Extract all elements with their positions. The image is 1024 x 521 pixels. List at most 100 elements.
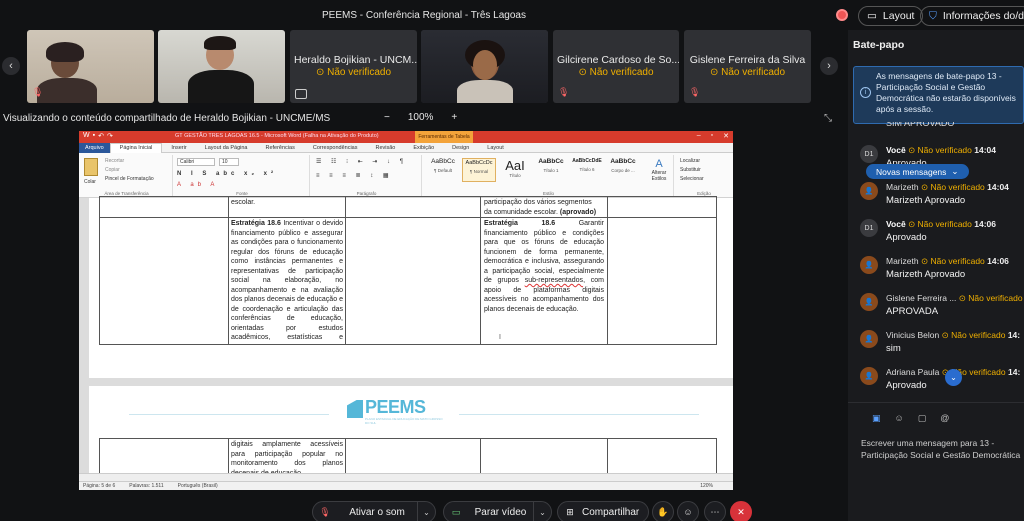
participant-tile[interactable]: 🎙 — [27, 30, 154, 103]
raise-hand-icon[interactable]: ✋ — [652, 501, 674, 521]
message-text: Aprovado — [886, 232, 927, 243]
page-count: Página: 5 de 6 — [83, 483, 116, 489]
unmute-button[interactable]: 🎙 Ativar o som ⌄ — [312, 501, 436, 521]
shield-icon: ⛉ — [929, 9, 937, 22]
more-options-icon[interactable]: ⋯ — [704, 501, 726, 521]
chat-message-input[interactable]: Escrever uma mensagem para 13 - Particip… — [861, 437, 1021, 461]
save-icon: ▪ — [92, 132, 96, 139]
message-text: Marizeth Aprovado — [886, 269, 966, 280]
tab-inserir: Inserir — [171, 144, 187, 151]
strategy-table: escolar. participação dos vários segment… — [99, 196, 717, 348]
layout-button[interactable]: ▭ Layout — [858, 6, 924, 26]
message-text: Marizeth Aprovado — [886, 195, 966, 206]
share-screen-icon: ⊞ — [566, 506, 574, 517]
style-default: AaBbCc ¶ Default — [431, 158, 455, 173]
participant-name: Gilcirene Cardoso de So... — [557, 54, 679, 66]
word-ribbon-tabs: Arquivo Página Inicial Inserir Layout da… — [79, 142, 733, 153]
scroll-to-bottom-button[interactable]: ⌄ — [945, 369, 962, 386]
quick-access-toolbar: W ▪ ↶ ↷ — [83, 132, 113, 140]
zoom-out-button[interactable]: − — [384, 112, 390, 123]
attachment-icon[interactable]: ▢ — [918, 413, 927, 424]
mic-muted-icon: 🎙 — [689, 87, 701, 97]
tab-design: Design — [452, 144, 470, 151]
tab-arquivo: Arquivo — [79, 142, 110, 153]
reactions-icon[interactable]: ☺ — [677, 501, 699, 521]
emoji-icon[interactable]: ☺ — [895, 413, 904, 424]
zoom-in-button[interactable]: + — [451, 112, 457, 123]
shared-word-window: W ▪ ↶ ↷ GT GESTÃO TRES LAGOAS 16.5 - Mic… — [79, 131, 733, 490]
format-painter-label: Pincel de Formatação — [105, 176, 154, 182]
audio-options-chevron-icon[interactable]: ⌄ — [417, 501, 435, 521]
maximize-icon: ▫ — [710, 132, 714, 139]
change-styles: A Alterar Estilos — [646, 158, 672, 182]
style-titulo-6: AaBbCcDdE Título 6 — [572, 158, 602, 172]
zoom-controls: − 100% + — [384, 112, 457, 123]
change-styles-icon: A — [655, 158, 663, 170]
stop-video-button[interactable]: ▭ Parar vídeo ⌄ — [443, 501, 552, 521]
new-messages-button[interactable]: Novas mensagens ⌄ — [866, 164, 969, 179]
info-button[interactable]: ⛉ Informações do/da — [920, 6, 1024, 26]
participant-tile[interactable]: Gilcirene Cardoso de So... ⊙ Não verific… — [553, 30, 679, 103]
avatar-user-icon: 👤 — [860, 293, 878, 311]
replace-label: Substituir — [680, 167, 701, 173]
window-title: PEEMS - Conferência Regional - Três Lago… — [322, 9, 526, 21]
style-titulo: AaI Título — [505, 158, 525, 178]
chat-messages: D1 Você ⊙ Não verificado 14:04 Aprovado … — [848, 120, 1024, 391]
avatar-user-icon: 👤 — [860, 256, 878, 274]
share-label: Compartilhar — [582, 506, 640, 518]
clipboard-group: Colar Recortar Copiar Pincel de Formataç… — [81, 155, 173, 196]
copy-label: Copiar — [105, 167, 120, 173]
layout-label: Layout — [882, 10, 915, 22]
font-color-icons: A ab A — [177, 182, 219, 188]
chat-title: Bate-papo — [853, 39, 905, 51]
avatar-user-icon: 👤 — [860, 367, 878, 385]
mention-icon[interactable]: @ — [940, 413, 949, 424]
tab-layout-pagina: Layout da Página — [204, 144, 248, 151]
participant-tile[interactable] — [158, 30, 285, 103]
format-icon[interactable]: ▣ — [872, 413, 881, 424]
next-participants-button[interactable]: › — [820, 57, 838, 75]
participant-strip: ‹ 🎙 Heraldo Bojikian - UNCM... ⊙ Não ver… — [0, 30, 848, 104]
participant-video — [158, 30, 285, 103]
message-text: sim — [886, 343, 901, 354]
message-text: Aprovado — [886, 380, 927, 391]
redo-icon: ↷ — [106, 133, 113, 140]
participant-tile[interactable] — [421, 30, 548, 103]
strategy-original-cell: Estratégia 18.6 Incentivar o devido fina… — [228, 217, 346, 345]
share-header: Visualizando o conteúdo compartilhado de… — [0, 112, 848, 127]
share-button[interactable]: ⊞ Compartilhar — [557, 501, 649, 521]
participant-status: ⊙ Não verificado — [578, 67, 654, 78]
word-count: Palavras: 1.511 — [129, 483, 164, 489]
paragraph-group: ☰ ☷ ⁝ ⇤ ⇥ ↓ ¶ ≡ ≡ ≡ ≣ ↕ ▦ Parágrafo — [312, 155, 422, 196]
participant-video — [421, 30, 548, 103]
undo-icon: ↶ — [98, 133, 104, 140]
word-window-controls: – ▫ ✕ — [697, 132, 729, 140]
style-titulo-1: AaBbCc Título 1 — [538, 158, 564, 173]
select-label: Selecionar — [680, 176, 704, 182]
tab-pagina-inicial: Página Inicial — [109, 142, 163, 153]
chat-notice: i As mensagens de bate-papo 13 - Partici… — [853, 66, 1024, 124]
word-logo-icon: W — [83, 132, 90, 139]
tab-layout: Layout — [487, 144, 504, 151]
word-title-bar: W ▪ ↶ ↷ GT GESTÃO TRES LAGOAS 16.5 - Mic… — [79, 131, 733, 143]
expand-share-icon[interactable]: ⤡ — [824, 113, 832, 124]
participant-tile[interactable]: Heraldo Bojikian - UNCM... ⊙ Não verific… — [290, 30, 417, 103]
participant-video — [27, 30, 154, 103]
video-options-chevron-icon[interactable]: ⌄ — [533, 501, 551, 521]
text-cursor-icon: I — [499, 334, 501, 341]
camera-off-icon — [295, 89, 307, 99]
prev-participants-button[interactable]: ‹ — [2, 57, 20, 75]
row0-left-cell: escolar. — [228, 196, 346, 218]
chevron-down-icon: ⌄ — [951, 166, 959, 176]
find-label: Localizar — [680, 158, 701, 164]
info-icon: i — [860, 87, 871, 98]
participant-tile[interactable]: Gislene Ferreira da Silva ⊙ Não verifica… — [684, 30, 811, 103]
style-normal: AaBbCcDc ¶ Normal — [462, 158, 496, 182]
mic-muted-icon: 🎙 — [558, 87, 570, 97]
strategy-proposal-cell: Estratégia 18.6 Garantir financiamento p… — [480, 217, 608, 345]
tab-referencias: Referências — [265, 144, 295, 151]
strategy-table-continued: digitais amplamente acessíveis para part… — [99, 438, 717, 478]
message-text: APROVADA — [886, 306, 939, 317]
word-zoom: 120% — [700, 483, 713, 489]
leave-meeting-icon[interactable]: ✕ — [730, 501, 752, 521]
